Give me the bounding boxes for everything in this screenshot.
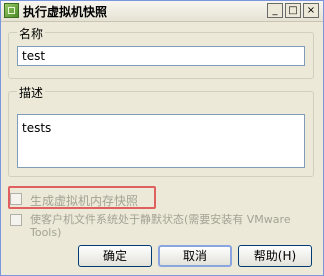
quiesce-checkbox[interactable] bbox=[10, 214, 22, 226]
snapshot-memory-checkbox[interactable] bbox=[10, 193, 22, 205]
maximize-button[interactable]: □ bbox=[285, 3, 301, 18]
name-group: 名称 test bbox=[8, 25, 314, 79]
description-label: 描述 bbox=[17, 84, 46, 101]
minimize-button[interactable]: _ bbox=[267, 3, 283, 18]
window-title: 执行虚拟机快照 bbox=[23, 5, 108, 19]
snapshot-memory-option[interactable]: 生成虚拟机内存快照 bbox=[10, 192, 150, 208]
close-button[interactable]: × bbox=[303, 3, 319, 18]
vm-snapshot-icon bbox=[4, 3, 19, 18]
name-input[interactable]: test bbox=[17, 46, 305, 66]
description-textarea[interactable]: tests bbox=[17, 114, 305, 168]
ok-button[interactable]: 确定 bbox=[78, 245, 152, 267]
name-label: 名称 bbox=[17, 25, 46, 42]
cancel-button[interactable]: 取消 bbox=[158, 245, 232, 267]
title-bar: 执行虚拟机快照 _ □ × bbox=[1, 1, 323, 22]
quiesce-label: 使客户机文件系统处于静默状态(需要安装有 VMware Tools) bbox=[30, 213, 291, 239]
quiesce-option[interactable]: 使客户机文件系统处于静默状态(需要安装有 VMware Tools) bbox=[10, 213, 315, 243]
help-button[interactable]: 帮助(H) bbox=[238, 245, 312, 267]
snapshot-memory-label: 生成虚拟机内存快照 bbox=[30, 194, 139, 208]
description-group: 描述 tests bbox=[8, 84, 314, 177]
dialog-window: 执行虚拟机快照 _ □ × 名称 test 描述 tests 生成虚拟机内存快照… bbox=[0, 0, 324, 276]
